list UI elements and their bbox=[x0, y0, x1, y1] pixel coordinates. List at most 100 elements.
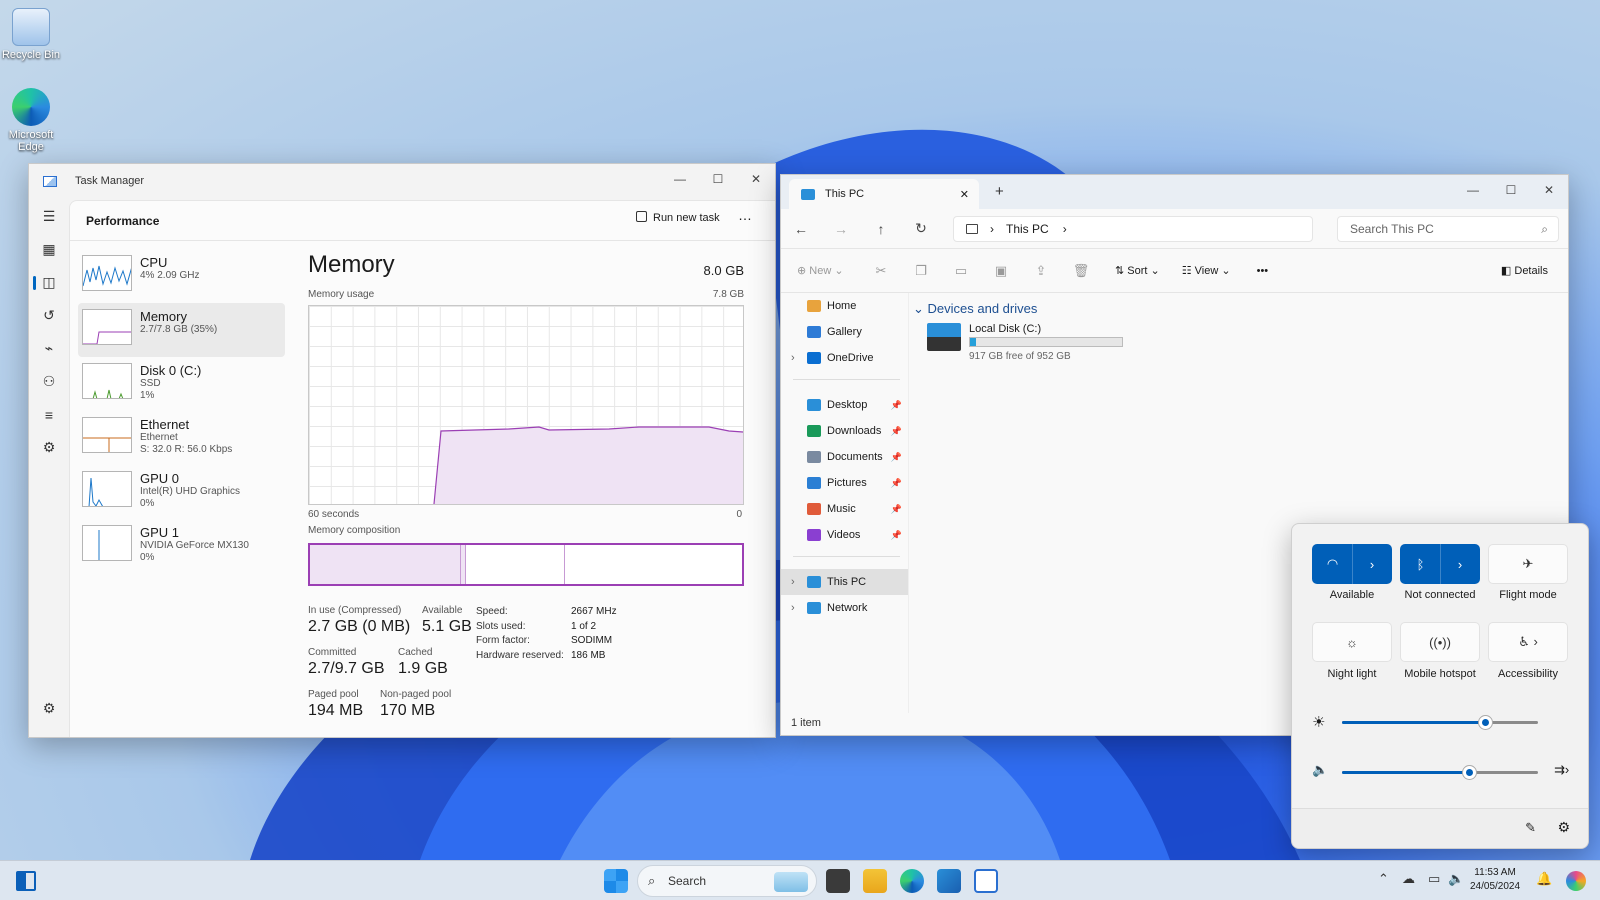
hamburger-menu-icon[interactable]: ☰ bbox=[29, 200, 69, 233]
chevron-right-icon[interactable]: › bbox=[1351, 544, 1391, 584]
nav-item-videos[interactable]: Videos 📌 bbox=[781, 522, 908, 548]
file-explorer-icon[interactable] bbox=[863, 869, 887, 893]
minimize-button[interactable]: — bbox=[661, 164, 699, 194]
clock[interactable]: 11:53 AM 24/05/2024 bbox=[1470, 866, 1520, 894]
cut-icon[interactable]: ✂ bbox=[861, 263, 901, 279]
expand-chevron-icon[interactable]: › bbox=[791, 602, 795, 614]
nav-item-downloads[interactable]: Downloads 📌 bbox=[781, 418, 908, 444]
resource-item-disk[interactable]: Disk 0 (C:) SSD 1% bbox=[78, 357, 285, 411]
details-button[interactable]: ◧ Details bbox=[1501, 264, 1548, 277]
brightness-slider[interactable] bbox=[1342, 716, 1538, 729]
settings-gear-icon[interactable]: ⚙ bbox=[1557, 819, 1570, 836]
prop-speed: Speed: 2667 MHz bbox=[476, 606, 617, 617]
minimize-button[interactable]: — bbox=[1454, 175, 1492, 205]
volume-slider-thumb[interactable] bbox=[1463, 766, 1477, 779]
night-light-tile[interactable]: ☼ bbox=[1312, 622, 1392, 662]
search-input[interactable]: Search This PC ⌕ bbox=[1337, 216, 1559, 242]
nav-item-music[interactable]: Music 📌 bbox=[781, 496, 908, 522]
tab-this-pc[interactable]: This PC ✕ bbox=[789, 179, 979, 209]
nav-item-onedrive[interactable]: › OneDrive bbox=[781, 345, 908, 371]
resource-item-cpu[interactable]: CPU 4% 2.09 GHz bbox=[78, 249, 285, 303]
forward-arrow-icon[interactable]: → bbox=[821, 221, 861, 237]
sort-button[interactable]: ⇅ Sort ⌄ bbox=[1115, 264, 1160, 277]
chevron-up-icon[interactable]: ⌃ bbox=[1378, 871, 1389, 887]
rename-icon[interactable]: ▣ bbox=[981, 263, 1021, 279]
accessibility-tile[interactable]: ♿ › bbox=[1488, 622, 1568, 662]
desktop-icon-edge[interactable]: Microsoft Edge bbox=[0, 88, 62, 153]
bluetooth-tile[interactable]: ᛒ › bbox=[1400, 544, 1480, 584]
mobile-hotspot-tile[interactable]: ((•)) bbox=[1400, 622, 1480, 662]
wifi-tile[interactable]: ◠ › bbox=[1312, 544, 1392, 584]
nav-item-network[interactable]: › Network bbox=[781, 595, 908, 621]
delete-icon[interactable]: 🗑 bbox=[1061, 263, 1101, 279]
details-icon[interactable]: ≡ bbox=[29, 398, 69, 431]
task-manager-icon[interactable] bbox=[974, 869, 998, 893]
startup-apps-icon[interactable]: ⌁ bbox=[29, 332, 69, 365]
up-arrow-icon[interactable]: ↑ bbox=[861, 221, 901, 237]
flight-mode-tile[interactable]: ✈ bbox=[1488, 544, 1568, 584]
nav-item-gallery[interactable]: Gallery bbox=[781, 319, 908, 345]
audio-output-icon[interactable]: ⇉› bbox=[1554, 762, 1569, 778]
notification-bell-icon[interactable]: 🔔 bbox=[1536, 871, 1552, 887]
copy-icon[interactable]: ❐ bbox=[901, 263, 941, 279]
pin-icon[interactable]: 📌 bbox=[891, 530, 902, 541]
close-button[interactable]: ✕ bbox=[1530, 175, 1568, 205]
maximize-button[interactable]: ☐ bbox=[1492, 175, 1530, 205]
more-options-button[interactable]: … bbox=[738, 207, 752, 223]
new-tab-button[interactable]: + bbox=[995, 183, 1004, 200]
nav-item-this-pc[interactable]: › This PC bbox=[781, 569, 908, 595]
close-tab-button[interactable]: ✕ bbox=[960, 188, 969, 201]
resource-item-memory[interactable]: Memory 2.7/7.8 GB (35%) bbox=[78, 303, 285, 357]
app-history-icon[interactable]: ↺ bbox=[29, 299, 69, 332]
bluetooth-icon[interactable]: ᛒ bbox=[1401, 544, 1440, 584]
edit-pencil-icon[interactable]: ✎ bbox=[1525, 820, 1536, 836]
expand-chevron-icon[interactable]: › bbox=[791, 576, 795, 588]
maximize-button[interactable]: ☐ bbox=[699, 164, 737, 194]
volume-slider[interactable] bbox=[1342, 766, 1538, 779]
refresh-icon[interactable]: ↻ bbox=[901, 220, 941, 237]
nav-item-home[interactable]: Home bbox=[781, 293, 908, 319]
breadcrumb[interactable]: › This PC › bbox=[953, 216, 1313, 242]
expand-chevron-icon[interactable]: › bbox=[791, 352, 795, 364]
brightness-slider-thumb[interactable] bbox=[1479, 716, 1493, 729]
pin-icon[interactable]: 📌 bbox=[891, 478, 902, 489]
users-icon[interactable]: ⚇ bbox=[29, 365, 69, 398]
resource-item-gpu0[interactable]: GPU 0 Intel(R) UHD Graphics 0% bbox=[78, 465, 285, 519]
performance-icon[interactable]: ◫ bbox=[29, 266, 69, 299]
nav-item-desktop[interactable]: Desktop 📌 bbox=[781, 392, 908, 418]
pin-icon[interactable]: 📌 bbox=[891, 400, 902, 411]
task-view-icon[interactable] bbox=[826, 869, 850, 893]
group-header-devices[interactable]: ⌄ Devices and drives bbox=[913, 301, 1568, 317]
view-button[interactable]: ☷ View ⌄ bbox=[1182, 264, 1231, 277]
new-button[interactable]: ⊕ New ⌄ bbox=[781, 264, 861, 277]
resource-item-ethernet[interactable]: Ethernet Ethernet S: 32.0 R: 56.0 Kbps bbox=[78, 411, 285, 465]
processes-icon[interactable]: ▦ bbox=[29, 233, 69, 266]
network-icon[interactable]: ▭ bbox=[1428, 871, 1440, 887]
share-icon[interactable]: ⇪ bbox=[1021, 263, 1061, 279]
volume-icon[interactable]: 🔈 bbox=[1448, 871, 1464, 887]
onedrive-icon[interactable]: ☁ bbox=[1402, 871, 1415, 887]
taskbar-search[interactable]: ⌕ Search bbox=[637, 865, 817, 897]
services-icon[interactable]: ⚙ bbox=[29, 431, 69, 464]
close-button[interactable]: ✕ bbox=[737, 164, 775, 194]
paste-icon[interactable]: ▭ bbox=[941, 263, 981, 279]
desktop-icon-recycle-bin[interactable]: Recycle Bin bbox=[0, 8, 62, 61]
chevron-right-icon[interactable]: › bbox=[1439, 544, 1479, 584]
run-new-task-button[interactable]: Run new task bbox=[636, 211, 720, 224]
nav-item-pictures[interactable]: Pictures 📌 bbox=[781, 470, 908, 496]
pin-icon[interactable]: 📌 bbox=[891, 504, 902, 515]
start-windows-icon[interactable] bbox=[604, 869, 628, 893]
settings-gear-icon[interactable]: ⚙ bbox=[29, 692, 69, 725]
wifi-icon[interactable]: ◠ bbox=[1313, 544, 1352, 584]
pin-icon[interactable]: 📌 bbox=[891, 426, 902, 437]
show-desktop-icon[interactable] bbox=[16, 871, 36, 891]
microsoft-store-icon[interactable] bbox=[937, 869, 961, 893]
more-options-button[interactable]: ••• bbox=[1257, 265, 1269, 277]
resource-item-gpu1[interactable]: GPU 1 NVIDIA GeForce MX130 0% bbox=[78, 519, 285, 573]
drive-item-c[interactable]: Local Disk (C:) 917 GB free of 952 GB bbox=[917, 323, 1568, 363]
pin-icon[interactable]: 📌 bbox=[891, 452, 902, 463]
nav-item-documents[interactable]: Documents 📌 bbox=[781, 444, 908, 470]
copilot-icon[interactable] bbox=[1566, 871, 1586, 891]
edge-icon[interactable] bbox=[900, 869, 924, 893]
back-arrow-icon[interactable]: ← bbox=[781, 221, 821, 237]
